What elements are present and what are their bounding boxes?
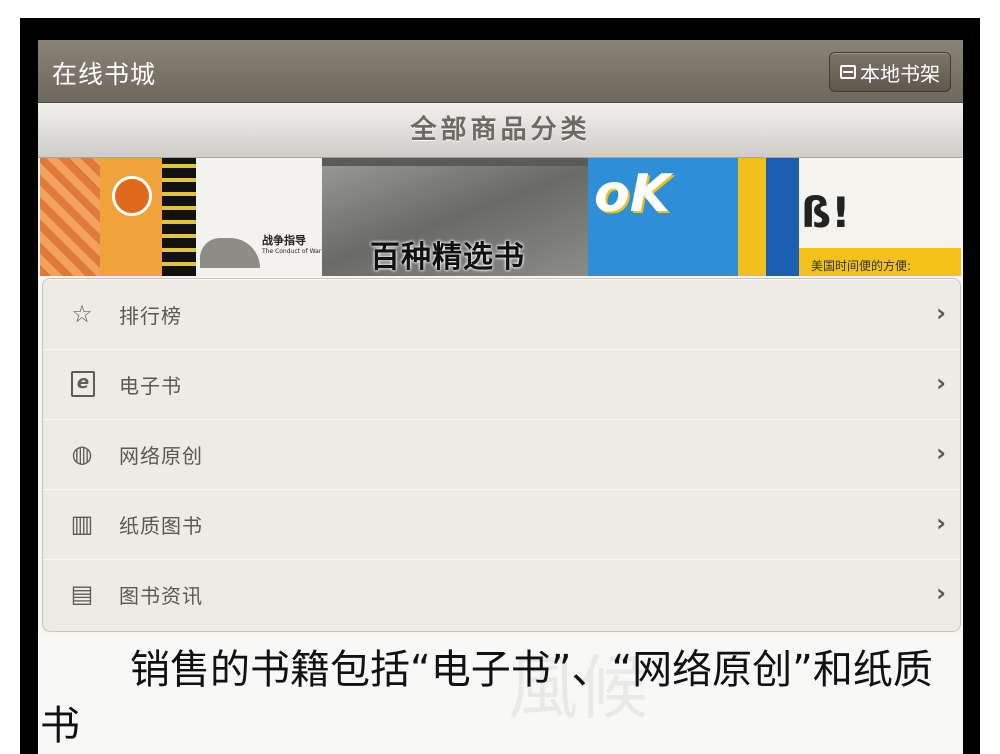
bookshelf-icon <box>840 65 856 79</box>
chevron-right-icon: › <box>936 579 946 607</box>
globe-graphic <box>112 176 152 216</box>
banner-sub-text: 美国时间便的方便: <box>811 259 912 273</box>
chevron-right-icon: › <box>936 439 946 467</box>
banner-strip <box>322 158 588 166</box>
list-item-book-news[interactable]: ▤ 图书资讯 › <box>43 559 960 629</box>
globe-icon: ◍ <box>71 440 93 468</box>
list-item-label: 网络原创 <box>119 444 203 468</box>
open-book-icon: ▥ <box>70 510 94 538</box>
list-item-ranking[interactable]: ☆ 排行榜 › <box>43 279 960 350</box>
ebook-icon: e <box>71 371 95 397</box>
app-screen: 在线书城 本地书架 全部商品分类 战争指导 The Conduct of War… <box>38 40 963 754</box>
star-icon: ☆ <box>71 300 93 328</box>
list-item-label: 纸质图书 <box>119 514 203 538</box>
banner-book-cover <box>162 158 196 276</box>
banner-exclaim-text: ß! <box>801 188 851 237</box>
category-header: 全部商品分类 <box>38 103 963 158</box>
title-bar: 在线书城 本地书架 <box>38 40 963 103</box>
list-item-paper-books[interactable]: ▥ 纸质图书 › <box>43 489 960 560</box>
local-bookshelf-label: 本地书架 <box>860 61 940 86</box>
banner-promo-panel: 百种精选书 <box>322 158 588 276</box>
banner-book-spine <box>738 158 766 276</box>
caption-text: 销售的书籍包括“电子书”、“网络原创”和纸质书 <box>40 647 933 749</box>
banner-book-cover <box>100 158 162 276</box>
list-item-web-original[interactable]: ◍ 网络原创 › <box>43 419 960 490</box>
chevron-right-icon: › <box>936 509 946 537</box>
banner-promo-text: 百种精选书 <box>370 240 525 275</box>
list-item-ebook[interactable]: e 电子书 › <box>43 349 960 420</box>
document-icon: ▤ <box>70 580 94 608</box>
banner-book-spine <box>766 158 799 276</box>
category-list: ☆ 排行榜 › e 电子书 › ◍ 网络原创 › ▥ 纸质图书 › ▤ 图书资讯… <box>42 278 961 632</box>
list-item-label: 电子书 <box>119 374 182 398</box>
promo-banner[interactable]: 战争指导 The Conduct of War 百种精选书 oK ß! 美国时间… <box>40 158 961 276</box>
cover-illustration <box>200 238 260 268</box>
list-item-label: 图书资讯 <box>119 584 203 608</box>
banner-logo-panel: oK <box>588 158 738 276</box>
banner-book-cover: 战争指导 The Conduct of War <box>196 158 322 276</box>
chevron-right-icon: › <box>936 299 946 327</box>
banner-book-cover <box>40 158 100 276</box>
caption-area: 風候 销售的书籍包括“电子书”、“网络原创”和纸质书 <box>38 636 963 754</box>
chevron-right-icon: › <box>936 369 946 397</box>
banner-book-title: 战争指导 The Conduct of War <box>262 234 322 255</box>
local-bookshelf-button[interactable]: 本地书架 <box>829 52 951 92</box>
banner-logo-text: oK <box>594 164 671 224</box>
banner-ad-panel: ß! 美国时间便的方便: <box>799 158 961 276</box>
list-item-label: 排行榜 <box>119 304 182 328</box>
app-title: 在线书城 <box>52 60 157 89</box>
